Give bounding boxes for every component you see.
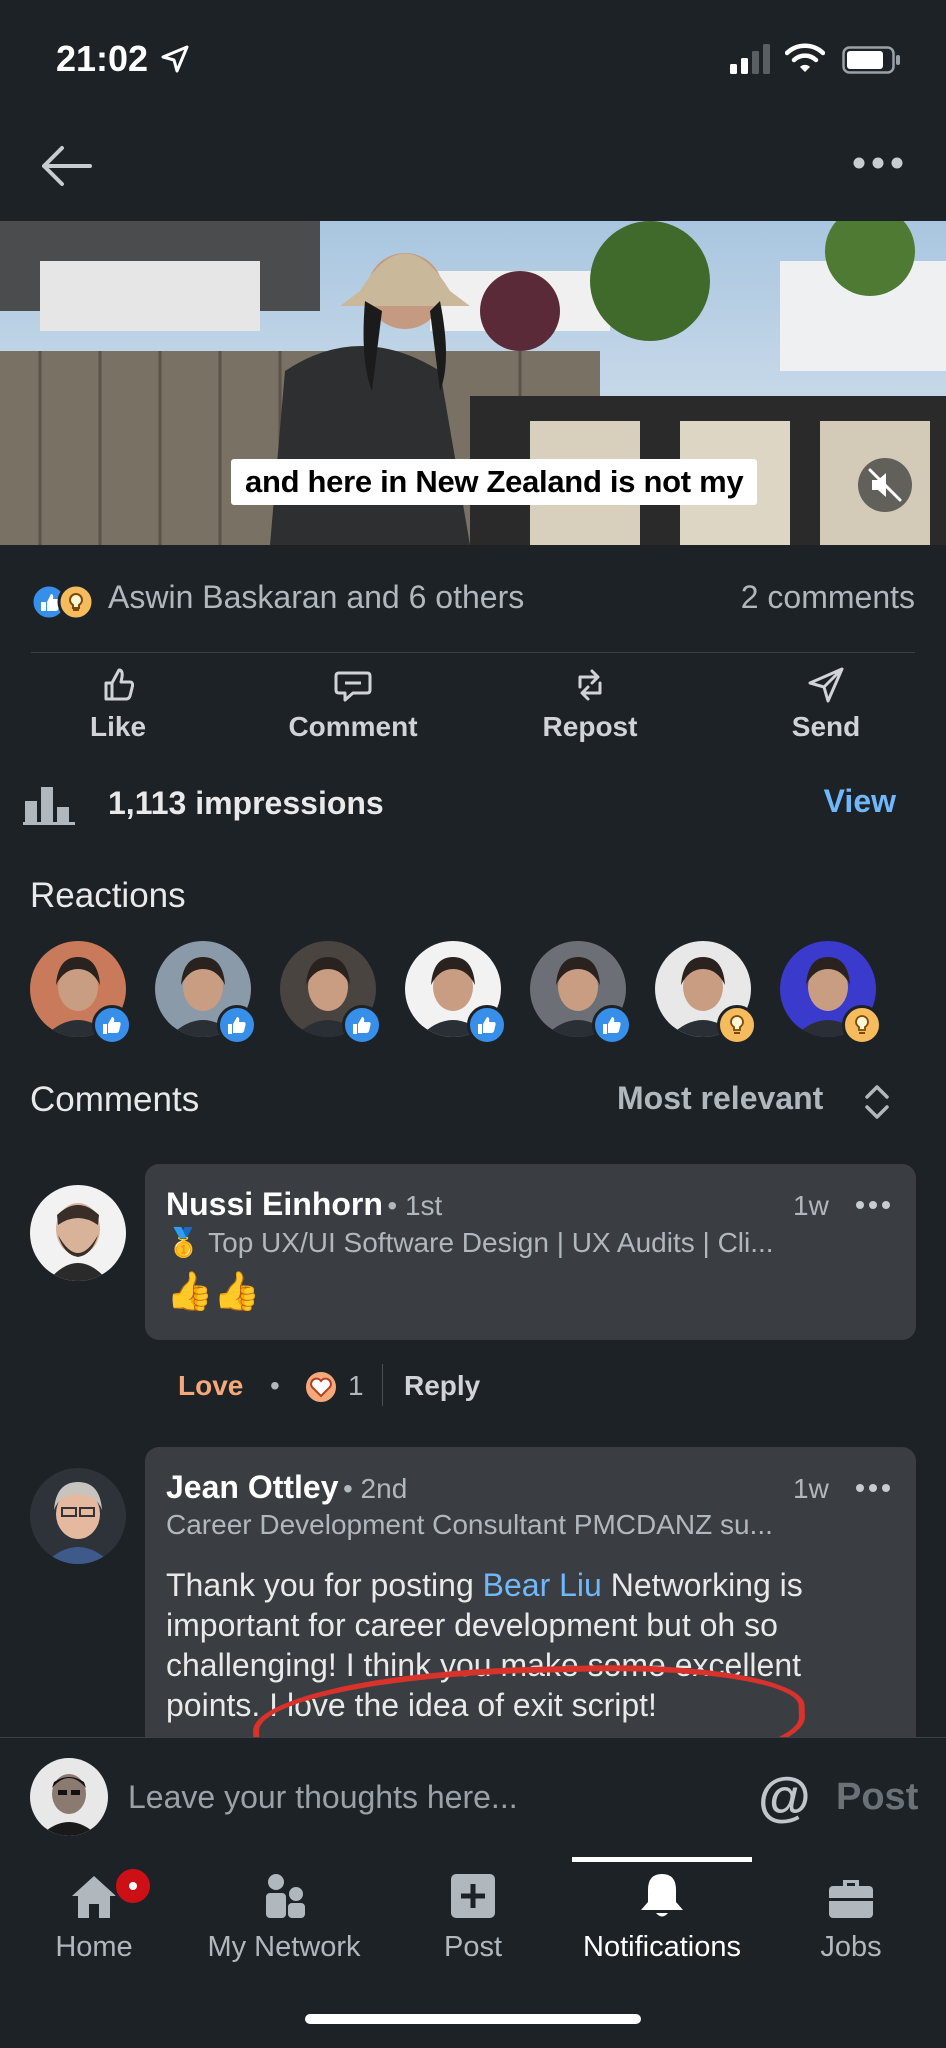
like-icon — [104, 668, 135, 701]
comment-more-icon[interactable] — [855, 1200, 891, 1210]
comment-icon — [334, 671, 372, 702]
briefcase-icon — [829, 1880, 873, 1918]
separator-dot: • — [270, 1370, 280, 1401]
tab-post[interactable]: Post — [388, 1870, 558, 1964]
tab-label: Post — [443, 1931, 503, 1963]
tab-label: Notifications — [583, 1931, 741, 1963]
mention-button[interactable]: @ — [758, 1766, 811, 1828]
like-label: Like — [89, 711, 147, 742]
home-indicator — [305, 2014, 641, 2024]
connection-degree: • 1st — [387, 1190, 443, 1221]
comment-label: Comment — [288, 711, 418, 742]
wifi-icon — [785, 43, 825, 72]
current-user-avatar[interactable] — [30, 1758, 108, 1836]
reaction-summary-icons[interactable] — [30, 582, 98, 622]
video-caption: and here in New Zealand is not my — [231, 459, 758, 505]
heart-icon — [304, 1370, 338, 1404]
bell-icon — [641, 1874, 683, 1917]
like-button[interactable]: Like — [18, 665, 218, 743]
network-icon — [266, 1874, 305, 1918]
speaker-muted-icon — [868, 468, 902, 502]
sort-chevrons-icon[interactable] — [862, 1082, 892, 1122]
back-arrow-icon[interactable] — [38, 140, 94, 192]
like-badge-icon — [467, 1005, 507, 1045]
status-time: 21:02 — [56, 38, 149, 79]
send-label: Send — [791, 711, 861, 742]
tab-notifications[interactable]: Notifications — [577, 1870, 747, 1964]
post-icon — [451, 1874, 495, 1918]
divider — [31, 652, 915, 653]
post-comment-button[interactable]: Post — [836, 1776, 918, 1819]
active-tab-indicator — [572, 1857, 752, 1862]
like-badge-icon — [217, 1005, 257, 1045]
reply-button[interactable]: Reply — [404, 1370, 480, 1402]
mention-link[interactable]: Bear Liu — [483, 1567, 602, 1603]
love-reaction-button[interactable]: Love — [178, 1370, 243, 1402]
avatar[interactable] — [30, 1185, 126, 1281]
comment-input[interactable] — [126, 1778, 730, 1817]
tab-jobs[interactable]: Jobs — [766, 1870, 936, 1964]
send-button[interactable]: Send — [726, 665, 926, 743]
reactions-heading: Reactions — [30, 876, 186, 915]
avatar-image — [30, 1185, 126, 1281]
like-badge-icon — [92, 1005, 132, 1045]
comment-time: 1w — [793, 1190, 829, 1221]
battery-icon — [842, 46, 900, 74]
commenter-headline: Career Development Consultant PMCDANZ su… — [166, 1509, 773, 1540]
reactors-summary[interactable]: Aswin Baskaran and 6 others — [108, 579, 524, 616]
comment-text: 👍👍 — [166, 1271, 261, 1313]
comment-time: 1w — [793, 1473, 829, 1504]
tab-label: My Network — [207, 1931, 361, 1963]
insightful-badge-icon — [842, 1005, 882, 1045]
comments-count-link[interactable]: 2 comments — [741, 579, 915, 616]
repost-label: Repost — [542, 711, 638, 742]
divider — [382, 1364, 383, 1406]
comment-button[interactable]: Comment — [253, 665, 453, 743]
notification-badge — [113, 1866, 153, 1906]
comment-card[interactable]: Nussi Einhorn • 1st 1w 🥇 Top UX/UI Softw… — [145, 1164, 916, 1340]
reaction-count[interactable]: 1 — [348, 1370, 364, 1402]
tab-home[interactable]: Home — [9, 1870, 179, 1964]
repost-icon — [578, 669, 602, 701]
commenter-name[interactable]: Jean Ottley — [166, 1469, 339, 1505]
view-analytics-link[interactable]: View — [824, 783, 896, 820]
avatar[interactable] — [30, 1468, 126, 1564]
like-badge-icon — [592, 1005, 632, 1045]
tab-label: Jobs — [820, 1931, 882, 1963]
comment-text-part: Thank you for posting — [166, 1567, 483, 1603]
send-icon — [808, 667, 844, 703]
comment-more-icon[interactable] — [855, 1483, 891, 1493]
tab-label: Home — [55, 1931, 133, 1963]
bar-chart-icon — [23, 787, 75, 825]
commenter-name[interactable]: Nussi Einhorn — [166, 1186, 383, 1222]
comments-heading: Comments — [30, 1080, 200, 1119]
like-badge-icon — [342, 1005, 382, 1045]
repost-button[interactable]: Repost — [490, 665, 690, 743]
more-options-icon[interactable] — [852, 156, 904, 170]
impressions-count: 1,113 impressions — [108, 785, 384, 821]
avatar-image — [30, 1468, 126, 1564]
cellular-signal-icon — [730, 44, 770, 74]
connection-degree: • 2nd — [342, 1473, 408, 1504]
location-arrow-icon — [161, 45, 189, 73]
mute-toggle-button[interactable] — [858, 458, 912, 512]
sort-dropdown[interactable]: Most relevant — [617, 1080, 823, 1117]
home-icon — [72, 1876, 116, 1918]
avatar-image — [30, 1758, 108, 1836]
insightful-badge-icon — [717, 1005, 757, 1045]
commenter-headline: 🥇 Top UX/UI Software Design | UX Audits … — [166, 1227, 774, 1258]
tab-my-network[interactable]: My Network — [198, 1870, 370, 1964]
